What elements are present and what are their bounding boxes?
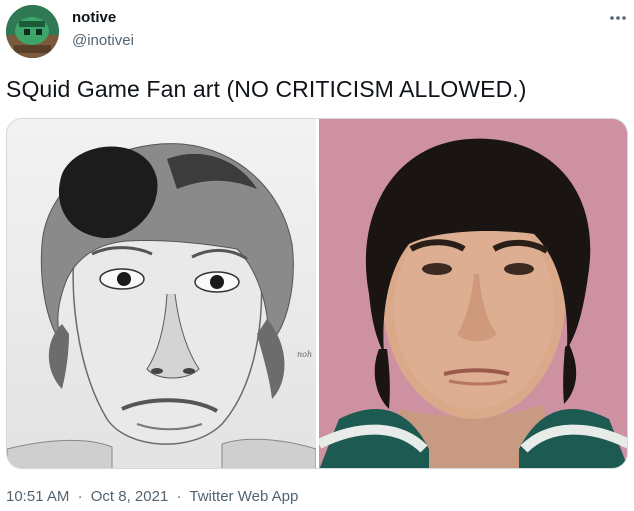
- tweet: notive @inotivei SQuid Game Fan art (NO …: [0, 0, 634, 511]
- sketch-signature: noh: [297, 350, 312, 359]
- tweet-time[interactable]: 10:51 AM: [6, 488, 69, 505]
- sketch-image[interactable]: noh: [7, 119, 316, 468]
- separator-dot: ·: [176, 488, 182, 505]
- avatar-image: [6, 5, 59, 58]
- photo-image[interactable]: [319, 119, 627, 468]
- separator-dot: ·: [77, 488, 83, 505]
- author-handle[interactable]: @inotivei: [72, 32, 134, 49]
- tweet-text: SQuid Game Fan art (NO CRITICISM ALLOWED…: [6, 76, 527, 102]
- author-display-name[interactable]: notive: [72, 9, 116, 26]
- tweet-metadata: 10:51 AM · Oct 8, 2021 · Twitter Web App: [6, 488, 298, 505]
- avatar[interactable]: [6, 5, 59, 58]
- tweet-date[interactable]: Oct 8, 2021: [91, 488, 169, 505]
- tweet-media[interactable]: noh: [6, 118, 628, 469]
- tweet-source[interactable]: Twitter Web App: [189, 488, 298, 505]
- more-options-icon[interactable]: [606, 8, 630, 28]
